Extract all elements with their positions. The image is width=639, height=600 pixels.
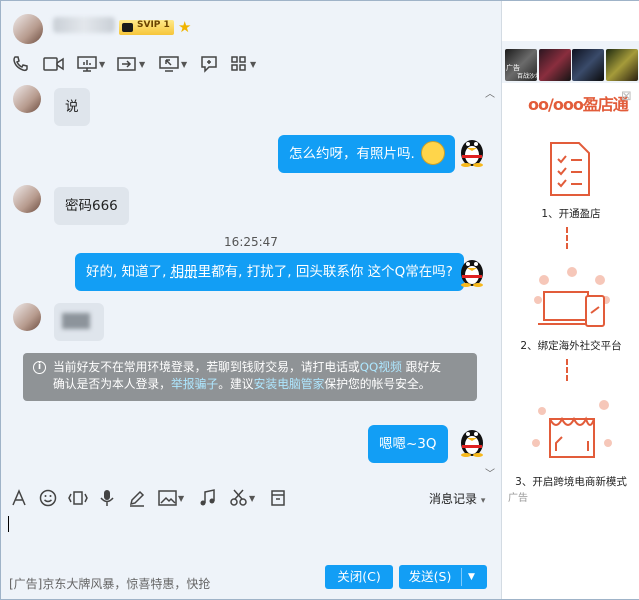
contact-name-blurred[interactable]	[53, 17, 115, 33]
message-bubble-blurred[interactable]	[54, 303, 104, 341]
step-3-label: 3、开启跨境电商新模式	[515, 476, 627, 488]
storefront-icon	[532, 400, 612, 458]
chevron-down-icon: ▾	[480, 496, 486, 506]
notice-text: 当前好友不在常用环境登录，若聊到钱财交易，请打电话或	[53, 360, 360, 374]
notice-text: 跟好友	[401, 360, 442, 374]
sidebar-ad-panel: 广告 百战沙城 oo/ooo盈店通 ⊠ 1、开通盈店 2、绑定海外社交平台 3、开…	[501, 1, 639, 599]
contact-avatar-msg[interactable]	[13, 185, 41, 213]
vip-badge[interactable]: SVIP 1	[119, 20, 174, 35]
send-options-chevron-icon[interactable]: ▼	[468, 565, 475, 589]
shocked-emoji-icon	[420, 141, 445, 165]
notice-text: 保护您的帐号安全。	[324, 377, 431, 391]
toolbar: ▼ ▼ ▼ ▼	[1, 51, 271, 77]
message-timestamp: 16:25:47	[224, 235, 278, 249]
game-ad-thumb-1[interactable]: 广告 百战沙城	[505, 49, 541, 81]
scroll-down-icon[interactable]: ﹀	[485, 465, 495, 479]
message-bubble-in[interactable]: 密码666	[54, 187, 129, 225]
qq-video-link[interactable]: QQ视频	[360, 360, 402, 374]
dashed-arrow	[566, 227, 574, 249]
game-ad-thumb-4[interactable]	[606, 49, 638, 81]
social-laptop-icon	[534, 267, 610, 327]
message-text: 怎么约呀，有照片吗.	[289, 146, 415, 162]
security-notice: i 当前好友不在常用环境登录，若聊到钱财交易，请打电话或QQ视频 跟好友 确认是…	[23, 353, 477, 401]
report-scam-link[interactable]: 举报骗子	[171, 377, 218, 391]
message-text: 好的, 知道了,	[86, 264, 171, 280]
close-ad-icon[interactable]: ⊠	[621, 89, 632, 104]
screenshot-scissors-icon[interactable]: ▼	[229, 488, 255, 508]
dashed-arrow	[566, 359, 574, 381]
step-1-label: 1、开通盈店	[541, 208, 601, 220]
brand-logo[interactable]: oo/ooo盈店通	[528, 91, 629, 115]
video-call-icon[interactable]	[43, 54, 65, 74]
send-label: 发送(S)	[408, 569, 452, 584]
blurred-content	[62, 313, 90, 329]
album-link[interactable]: 相册	[171, 264, 198, 280]
notice-text: 确认是否为本人登录，	[53, 377, 171, 391]
text-caret	[8, 516, 9, 532]
history-label: 消息记录	[429, 492, 478, 506]
phone-icon[interactable]	[11, 54, 29, 74]
chat-bubble-icon[interactable]	[200, 54, 218, 74]
message-history-button[interactable]: 消息记录 ▾	[429, 490, 485, 507]
message-input[interactable]	[1, 513, 501, 561]
game-ad-thumb-2[interactable]	[539, 49, 571, 81]
shake-icon[interactable]	[68, 488, 88, 508]
close-button[interactable]: 关闭(C)	[325, 565, 393, 589]
font-icon[interactable]	[11, 488, 27, 508]
ad-tag: 广告	[508, 493, 528, 504]
music-icon[interactable]	[199, 488, 217, 508]
install-pc-manager-link[interactable]: 安装电脑管家	[254, 377, 325, 391]
chat-header: SVIP 1 ★	[1, 1, 501, 49]
document-checklist-icon	[550, 142, 590, 196]
contact-avatar-msg[interactable]	[13, 303, 41, 331]
input-toolbar: ▼ ▼ 消息记录 ▾	[1, 484, 501, 512]
remote-assist-icon[interactable]: ▼	[159, 54, 187, 74]
contact-avatar[interactable]	[13, 14, 43, 44]
red-packet-icon[interactable]	[271, 488, 285, 508]
edit-icon[interactable]	[128, 488, 146, 508]
my-avatar-penguin-icon[interactable]	[459, 253, 485, 287]
contact-avatar-msg[interactable]	[13, 85, 41, 113]
image-icon[interactable]: ▼	[158, 488, 184, 508]
message-text: 里都有, 打扰了, 回头联系你 这个Q常在吗?	[197, 264, 453, 280]
apps-grid-icon[interactable]: ▼	[230, 54, 256, 74]
star-icon[interactable]: ★	[178, 18, 191, 36]
message-bubble-in[interactable]: 说	[54, 88, 90, 126]
transfer-file-icon[interactable]: ▼	[117, 54, 145, 74]
message-list[interactable]: ︿ 说 怎么约呀，有照片吗. 密码666 16:25:47 好的, 知道了, 相…	[1, 83, 501, 479]
step-2-label: 2、绑定海外社交平台	[520, 340, 622, 352]
divider	[461, 568, 462, 586]
bottom-bar: [广告]京东大牌风暴，惊喜特惠，快抢 关闭(C) 发送(S) ▼	[1, 563, 501, 599]
my-avatar-penguin-icon[interactable]	[459, 423, 485, 457]
info-icon: i	[33, 361, 46, 374]
game-name: 百战沙城	[517, 73, 542, 80]
send-button[interactable]: 发送(S) ▼	[399, 565, 487, 589]
message-bubble-out[interactable]: 怎么约呀，有照片吗.	[278, 135, 455, 173]
emoji-icon[interactable]	[39, 488, 57, 508]
voice-icon[interactable]	[99, 488, 115, 508]
screen-share-icon[interactable]: ▼	[77, 54, 105, 74]
message-bubble-out[interactable]: 好的, 知道了, 相册里都有, 打扰了, 回头联系你 这个Q常在吗?	[75, 253, 464, 291]
game-ad-thumb-3[interactable]	[572, 49, 604, 81]
scroll-up-icon[interactable]: ︿	[485, 85, 495, 100]
notice-text: 。建议	[218, 377, 254, 391]
message-bubble-out[interactable]: 嗯嗯~3Q	[368, 425, 448, 463]
chat-window: SVIP 1 ★ ≡ — ☐ ✕ ▼ ▼ ▼ ▼ ︿ 说 怎么约呀，	[0, 0, 639, 600]
my-avatar-penguin-icon[interactable]	[459, 133, 485, 167]
bottom-ad-link[interactable]: [广告]京东大牌风暴，惊喜特惠，快抢	[9, 575, 210, 592]
